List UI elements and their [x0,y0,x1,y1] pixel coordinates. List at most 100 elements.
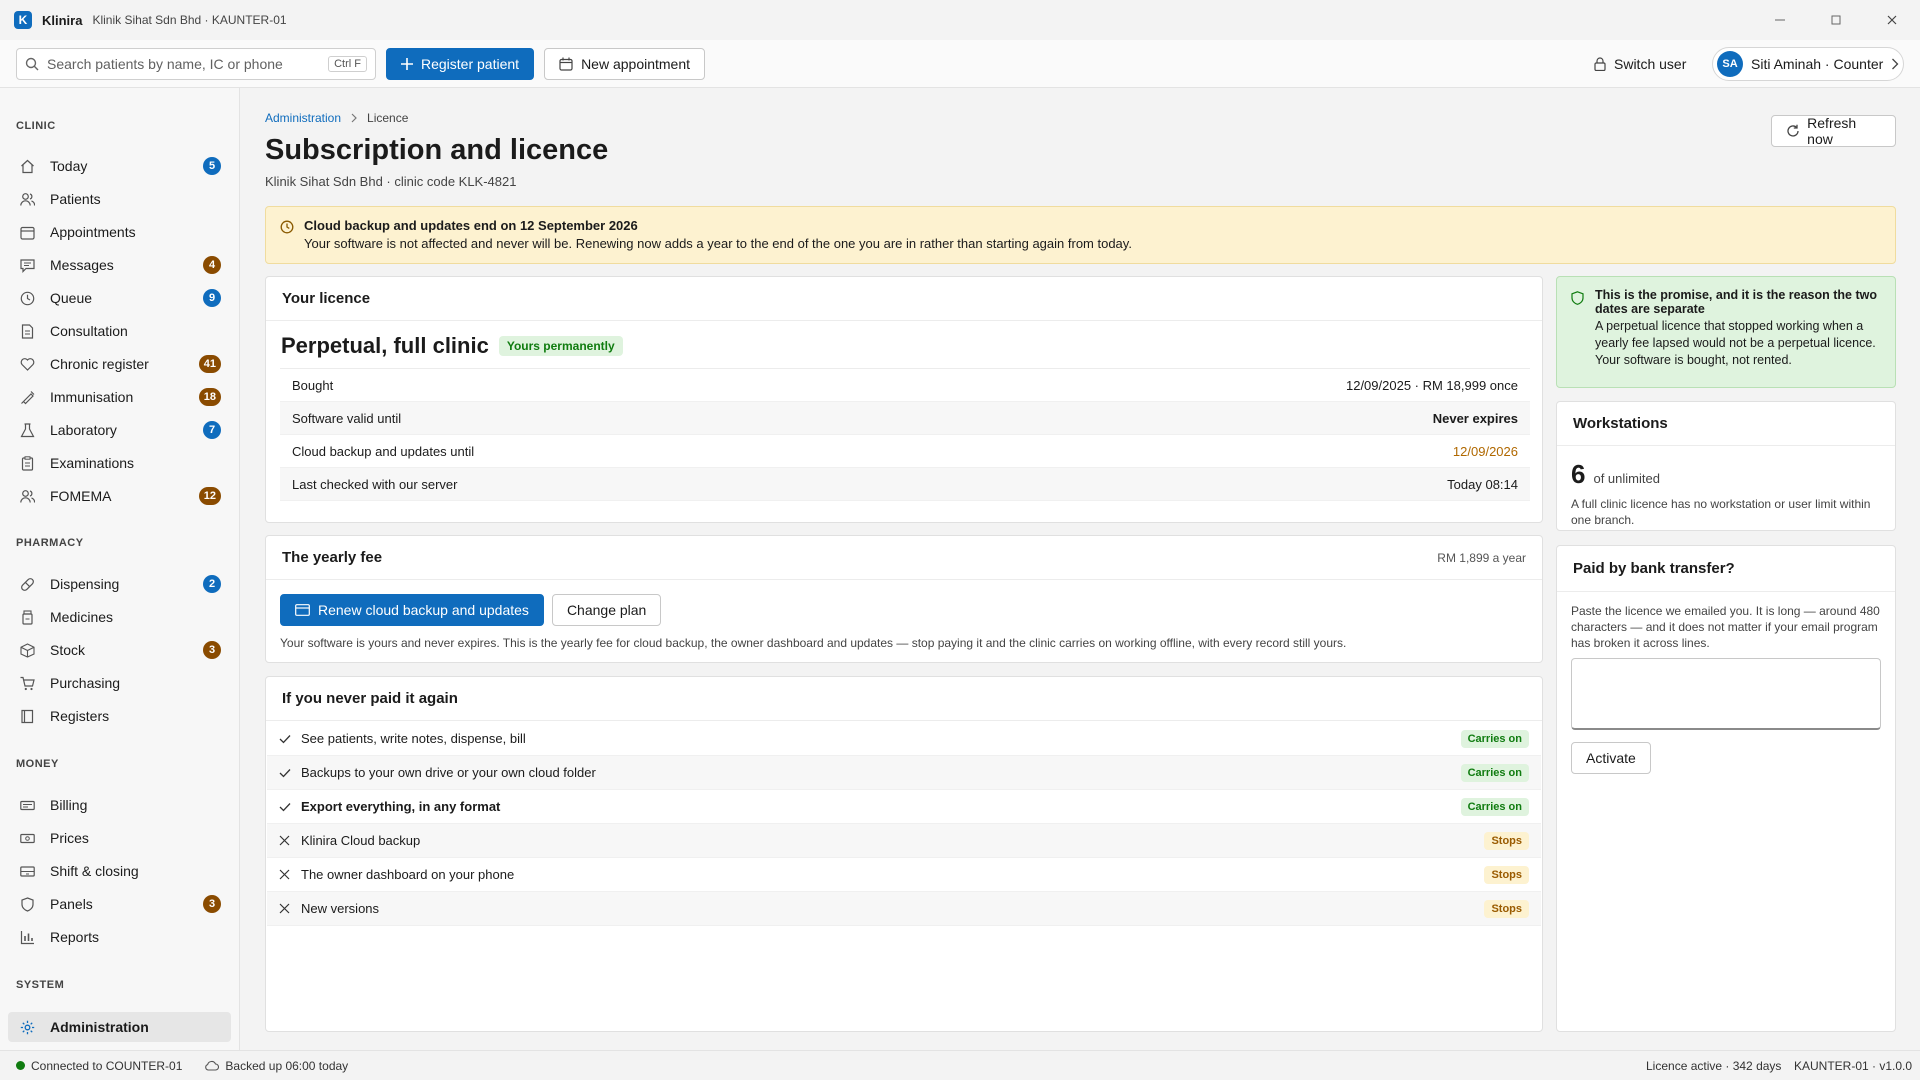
expiry-warning-banner: Cloud backup and updates end on 12 Septe… [265,206,1896,264]
money-icon [20,831,38,846]
money-icon [20,798,38,813]
minimize-button[interactable] [1752,0,1808,40]
sidebar-item-reports[interactable]: Reports [8,922,231,952]
page-subtitle: Klinik Sihat Sdn Bhd · clinic code KLK-4… [265,174,517,189]
sidebar-item-label: FOMEMA [50,488,112,504]
user-name: Siti Aminah · Counter [1751,56,1884,72]
status-badge: Carries on [1460,797,1529,816]
table-row: Last checked with our server Today 08:14 [280,468,1530,501]
sidebar-item-messages[interactable]: Messages 4 [8,250,231,280]
sidebar-item-label: Stock [50,642,86,658]
sidebar-item-label: Panels [50,896,93,912]
connection-status: Connected to COUNTER-01 [31,1058,183,1073]
licence-details-table: Bought 12/09/2025 · RM 18,999 once Softw… [280,368,1530,501]
list-item: The owner dashboard on your phone Stops [267,858,1541,892]
drawer-icon [20,864,38,879]
refresh-now-button[interactable]: Refresh now [1771,115,1896,147]
count-badge: 5 [203,157,221,175]
minimize-icon [1775,19,1785,21]
row-value: 12/09/2026 [1452,443,1518,459]
table-row: Bought 12/09/2025 · RM 18,999 once [280,369,1530,402]
close-button[interactable] [1864,0,1920,40]
sidebar-section-clinic: CLINIC [16,120,56,132]
search-box[interactable]: Ctrl F [16,47,376,80]
sidebar-item-appointments[interactable]: Appointments [8,217,231,247]
item-text: See patients, write notes, dispense, bil… [301,731,526,746]
sidebar: CLINIC Today 5 Patients Appointments Mes… [0,88,240,1050]
yearly-fee-heading: The yearly fee [282,549,383,566]
change-plan-button[interactable]: Change plan [551,594,662,626]
register-patient-label: Register patient [421,55,520,72]
breadcrumb-administration-link[interactable]: Administration [265,111,341,125]
sidebar-item-laboratory[interactable]: Laboratory 7 [8,415,231,445]
sidebar-item-panels[interactable]: Panels 3 [8,889,231,919]
sidebar-item-billing[interactable]: Billing [8,790,231,820]
sidebar-item-administration[interactable]: Administration [8,1012,231,1042]
new-appointment-button[interactable]: New appointment [544,47,706,80]
app-name: Klinira [42,12,83,28]
calendar-icon [559,57,573,71]
sidebar-item-fomema[interactable]: FOMEMA 12 [8,481,231,511]
activate-button[interactable]: Activate [1571,742,1651,774]
maximize-button[interactable] [1808,0,1864,40]
status-badge: Carries on [1460,729,1529,748]
syringe-icon [20,390,38,405]
licence-status: Licence active · 342 days [1646,1058,1782,1073]
sidebar-item-label: Reports [50,929,100,945]
sidebar-item-consultation[interactable]: Consultation [8,316,231,346]
sidebar-item-label: Consultation [50,323,128,339]
sidebar-item-prices[interactable]: Prices [8,823,231,853]
status-badge: Yours permanently [498,336,623,356]
sidebar-item-label: Patients [50,191,101,207]
toolbar: Ctrl F Register patient New appointment … [0,40,1920,88]
user-menu[interactable]: SA Siti Aminah · Counter [1712,47,1904,81]
row-value: 12/09/2025 · RM 18,999 once [1345,377,1518,393]
plus-icon [401,57,413,70]
sidebar-item-registers[interactable]: Registers [8,701,231,731]
status-bar: Connected to COUNTER-01 Backed up 06:00 … [0,1050,1920,1080]
sidebar-item-immunisation[interactable]: Immunisation 18 [8,382,231,412]
item-text: Klinira Cloud backup [301,833,421,848]
sidebar-item-examinations[interactable]: Examinations [8,448,231,478]
sidebar-item-label: Appointments [50,224,136,240]
card-icon [295,604,310,616]
sidebar-item-medicines[interactable]: Medicines [8,602,231,632]
sidebar-item-today[interactable]: Today 5 [8,151,231,181]
sidebar-item-dispensing[interactable]: Dispensing 2 [8,569,231,599]
licence-key-textarea[interactable] [1571,658,1881,730]
never-paid-list: See patients, write notes, dispense, bil… [267,722,1541,926]
banner-text: Your software is not affected and never … [304,236,1132,251]
cross-icon [279,903,297,914]
sidebar-item-queue[interactable]: Queue 9 [8,283,231,313]
sidebar-item-shift-closing[interactable]: Shift & closing [8,856,231,886]
row-label: Bought [292,377,334,393]
avatar: SA [1717,51,1743,77]
yearly-fee-header: The yearly fee RM 1,899 a year [266,536,1542,580]
sidebar-item-chronic-register[interactable]: Chronic register 41 [8,349,231,379]
breadcrumb: Administration Licence [265,111,408,125]
clock-icon [20,291,38,306]
sidebar-item-patients[interactable]: Patients [8,184,231,214]
sidebar-item-stock[interactable]: Stock 3 [8,635,231,665]
status-badge: Stops [1484,865,1529,884]
sidebar-item-label: Registers [50,708,110,724]
yearly-fee-card: The yearly fee RM 1,899 a year Renew clo… [265,535,1543,663]
window-subtitle: Klinik Sihat Sdn Bhd · KAUNTER-01 [92,13,287,27]
chevron-right-icon [1892,58,1899,70]
gear-icon [20,1020,38,1035]
switch-user-button[interactable]: Switch user [1594,48,1686,80]
renew-button[interactable]: Renew cloud backup and updates [280,594,544,626]
item-text: Backups to your own drive or your own cl… [301,765,596,780]
sidebar-item-purchasing[interactable]: Purchasing [8,668,231,698]
table-row: Software valid until Never expires [280,402,1530,435]
yearly-fee-actions: Renew cloud backup and updates Change pl… [280,594,662,626]
clock-icon [280,220,294,234]
close-icon [1887,15,1897,25]
row-label: Cloud backup and updates until [292,443,475,459]
search-input[interactable] [47,55,329,72]
check-icon [279,802,297,812]
register-patient-button[interactable]: Register patient [386,47,535,80]
backup-status: Backed up 06:00 today [204,1059,348,1073]
workstations-count-row: 6 of unlimited [1571,459,1660,490]
app-logo: K [14,11,32,29]
